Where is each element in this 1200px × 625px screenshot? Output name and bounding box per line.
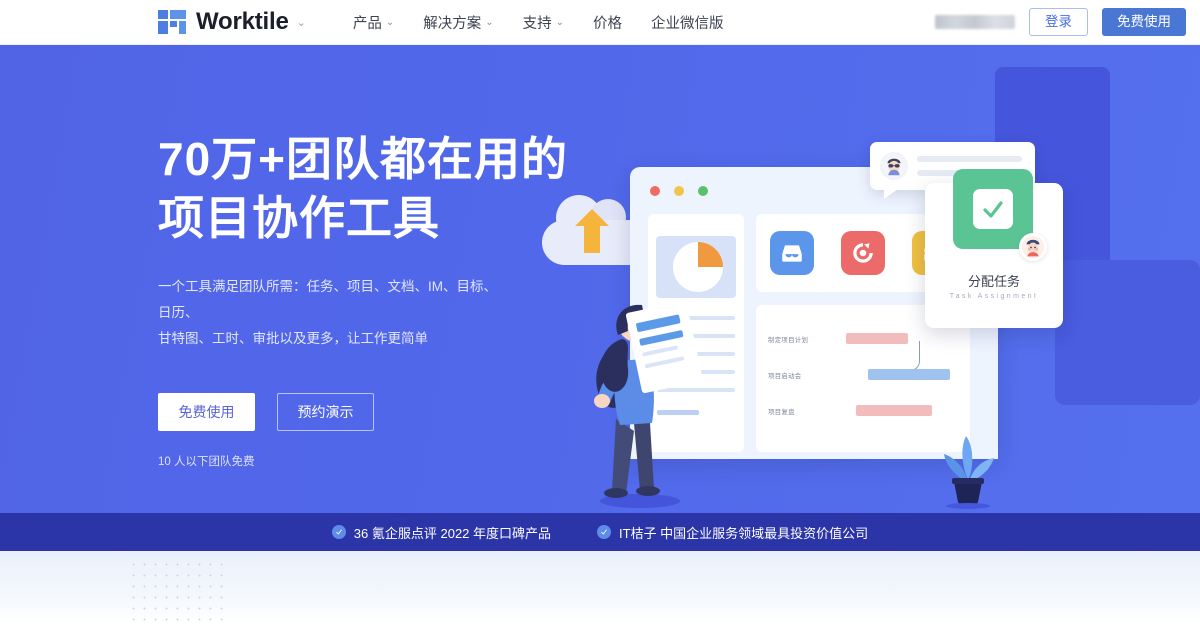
next-section — [0, 551, 1200, 625]
award-badge-label: IT桔子 中国企业服务领域最具投资价值公司 — [619, 525, 869, 541]
header-actions: 登录 免费使用 — [935, 8, 1186, 36]
redacted-user-label — [935, 15, 1015, 29]
nav-item-pricing[interactable]: 价格 — [593, 12, 622, 33]
brand-name: Worktile — [196, 8, 289, 35]
minimize-dot-icon — [674, 186, 684, 196]
gantt-row: 项目启动会 — [768, 367, 958, 389]
chat-placeholder-line — [917, 156, 1022, 162]
gantt-row-label: 制定项目计划 — [768, 337, 809, 344]
pie-chart — [673, 242, 723, 292]
hero-title: 70万+团队都在用的 项目协作工具 — [158, 130, 578, 248]
chevron-down-icon: ⌄ — [385, 16, 395, 28]
award-badge-label: 36 氪企服点评 2022 年度口碑产品 — [353, 525, 552, 541]
gantt-row: 制定项目计划 — [768, 331, 958, 353]
book-demo-button[interactable]: 预约演示 — [277, 392, 374, 431]
potted-plant-icon — [928, 430, 1008, 510]
hero-title-line-2: 项目协作工具 — [158, 191, 440, 244]
free-trial-button-hero[interactable]: 免费使用 — [158, 392, 255, 431]
user-avatar-icon — [880, 152, 908, 180]
nav-item-wecom-edition[interactable]: 企业微信版 — [651, 12, 724, 33]
nav-label: 产品 — [352, 15, 382, 32]
brand-logo[interactable]: Worktile ⌄ — [158, 8, 306, 36]
window-traffic-lights — [650, 186, 708, 196]
hero-subtitle: 一个工具满足团队所需：任务、项目、文档、IM、目标、 日历、 甘特图、工时、审批… — [158, 274, 508, 353]
worktile-grid-logo-icon — [158, 10, 186, 34]
check-icon — [973, 189, 1013, 229]
chevron-down-icon[interactable]: ⌄ — [297, 16, 306, 29]
main-nav: 产品 ⌄ 解决方案 ⌄ 支持 ⌄ 价格 企业微信版 — [353, 12, 724, 33]
nav-label: 解决方案 — [423, 15, 482, 32]
decor-block-right — [1055, 260, 1200, 405]
dot-grid-decoration — [128, 559, 228, 625]
award-badge: IT桔子 中国企业服务领域最具投资价值公司 — [597, 523, 868, 542]
login-button[interactable]: 登录 — [1029, 8, 1088, 36]
maximize-dot-icon — [698, 186, 708, 196]
nav-label: 支持 — [522, 15, 552, 32]
task-assignment-card: 分配任务 Task Assignment — [925, 169, 1063, 328]
gantt-bar — [868, 369, 950, 380]
task-card-subtitle: Task Assignment — [949, 293, 1039, 300]
gantt-bar — [856, 405, 932, 416]
nav-item-solutions[interactable]: 解决方案 ⌄ — [423, 12, 493, 33]
award-badge: 36 氪企服点评 2022 年度口碑产品 — [331, 523, 552, 542]
hero-subtitle-line-2: 甘特图、工时、审批以及更多，让工作更简单 — [158, 331, 428, 347]
hero-copy: 70万+团队都在用的 项目协作工具 一个工具满足团队所需：任务、项目、文档、IM… — [158, 130, 578, 469]
nav-label: 价格 — [593, 15, 623, 32]
pie-chart-container — [656, 236, 736, 298]
gantt-row-label: 项目复盘 — [768, 409, 795, 416]
user-avatar-icon — [1019, 233, 1047, 261]
chevron-down-icon: ⌄ — [555, 16, 565, 28]
hero-section: 70万+团队都在用的 项目协作工具 一个工具满足团队所需：任务、项目、文档、IM… — [0, 45, 1200, 513]
person-holding-document-illustration — [582, 291, 702, 509]
target-icon[interactable] — [840, 231, 885, 275]
hero-note: 10 人以下团队免费 — [158, 455, 255, 468]
gantt-row-label: 项目启动会 — [768, 373, 802, 380]
chevron-down-icon: ⌄ — [485, 16, 494, 28]
hero-illustration: 制定项目计划 项目启动会 项目复盘 分配任务 Task Assignment — [520, 45, 1200, 513]
task-check-badge — [953, 169, 1033, 249]
task-card-title: 分配任务 — [967, 274, 1020, 289]
gantt-row: 项目复盘 — [768, 403, 958, 425]
hero-subtitle-line-1: 一个工具满足团队所需：任务、项目、文档、IM、目标、 日历、 — [158, 278, 497, 321]
inbox-icon[interactable] — [769, 231, 814, 275]
page-root: Worktile ⌄ 产品 ⌄ 解决方案 ⌄ 支持 ⌄ 价格 企业微信版 登录 … — [0, 0, 1200, 625]
check-circle-icon — [331, 525, 346, 539]
hero-title-line-1: 70万+团队都在用的 — [158, 133, 569, 185]
nav-label: 企业微信版 — [651, 15, 724, 32]
free-trial-button-header[interactable]: 免费使用 — [1102, 8, 1186, 36]
nav-item-support[interactable]: 支持 ⌄ — [523, 12, 564, 33]
check-circle-icon — [597, 525, 612, 539]
award-badge-bar: 36 氪企服点评 2022 年度口碑产品 IT桔子 中国企业服务领域最具投资价值… — [0, 513, 1200, 551]
site-header: Worktile ⌄ 产品 ⌄ 解决方案 ⌄ 支持 ⌄ 价格 企业微信版 登录 … — [0, 0, 1200, 45]
hero-cta-group: 免费使用 预约演示 — [158, 392, 578, 431]
nav-item-products[interactable]: 产品 ⌄ — [353, 12, 394, 33]
close-dot-icon — [650, 186, 660, 196]
